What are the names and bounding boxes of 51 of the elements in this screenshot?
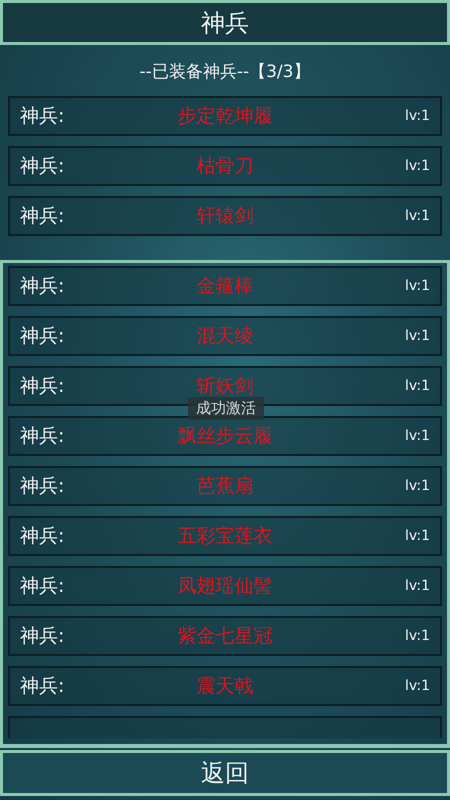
weapon-name: 步定乾坤履 [178, 104, 272, 129]
weapon-level: lv:1 [404, 628, 430, 644]
weapon-name: 混天绫 [196, 324, 254, 349]
weapon-row[interactable]: 神兵: 芭蕉扇 lv:1 [8, 466, 442, 506]
weapon-label: 神兵: [20, 674, 64, 699]
weapon-row[interactable]: 神兵: 轩辕剑 lv:1 [8, 196, 442, 236]
weapon-row[interactable]: 神兵: 混天绫 lv:1 [8, 316, 442, 356]
weapon-level: lv:1 [404, 478, 430, 494]
weapon-level: lv:1 [404, 208, 430, 224]
weapon-row[interactable]: 神兵: 飘丝步云履 lv:1 [8, 416, 442, 456]
weapon-name: 轩辕剑 [196, 204, 254, 229]
weapon-label: 神兵: [20, 374, 64, 399]
weapon-row[interactable]: 神兵: 震天戟 lv:1 [8, 666, 442, 706]
weapon-name: 紫金七星冠 [178, 624, 272, 649]
weapon-label: 神兵: [20, 204, 64, 229]
weapon-name: 五彩宝莲衣 [178, 524, 272, 549]
weapon-label: 神兵: [20, 104, 64, 129]
weapon-level: lv:1 [404, 678, 430, 694]
weapon-level: lv:1 [404, 108, 430, 124]
weapon-row[interactable]: 神兵: 五彩宝莲衣 lv:1 [8, 516, 442, 556]
weapon-level: lv:1 [404, 428, 430, 444]
weapon-row[interactable]: 神兵: 步定乾坤履 lv:1 [8, 96, 442, 136]
weapon-level: lv:1 [404, 328, 430, 344]
weapon-name: 金箍棒 [196, 274, 254, 299]
weapon-name: 凤翅瑶仙髻 [178, 574, 272, 599]
page-title: 神兵 [201, 8, 249, 38]
weapon-row[interactable]: 神兵: 紫金七星冠 lv:1 [8, 616, 442, 656]
weapon-label: 神兵: [20, 274, 64, 299]
weapon-label: 神兵: [20, 474, 64, 499]
weapon-row[interactable]: 神兵: 金箍棒 lv:1 [8, 266, 442, 306]
weapon-label: 神兵: [20, 574, 64, 599]
weapon-name: 斩妖剑 [196, 374, 254, 399]
weapon-label: 神兵: [20, 624, 64, 649]
weapon-label: 神兵: [20, 424, 64, 449]
weapon-row[interactable]: 神兵: 枯骨刀 lv:1 [8, 146, 442, 186]
weapon-name: 震天戟 [196, 674, 254, 699]
weapon-level: lv:1 [404, 378, 430, 394]
weapon-level: lv:1 [404, 158, 430, 174]
toast-message: 成功激活 [188, 397, 264, 420]
weapon-label: 神兵: [20, 324, 64, 349]
weapon-name: 飘丝步云履 [178, 424, 272, 449]
weapon-label: 神兵: [20, 154, 64, 179]
weapon-level: lv:1 [404, 578, 430, 594]
weapon-level: lv:1 [404, 278, 430, 294]
equipped-heading: --已装备神兵--【3/3】 [138, 61, 312, 84]
weapon-label: 神兵: [20, 524, 64, 549]
weapon-level: lv:1 [404, 528, 430, 544]
weapon-row[interactable]: 神兵: 凤翅瑶仙髻 lv:1 [8, 566, 442, 606]
weapon-name: 芭蕉扇 [196, 474, 254, 499]
back-button[interactable]: 返回 [0, 750, 450, 796]
weapon-name: 枯骨刀 [196, 154, 254, 179]
